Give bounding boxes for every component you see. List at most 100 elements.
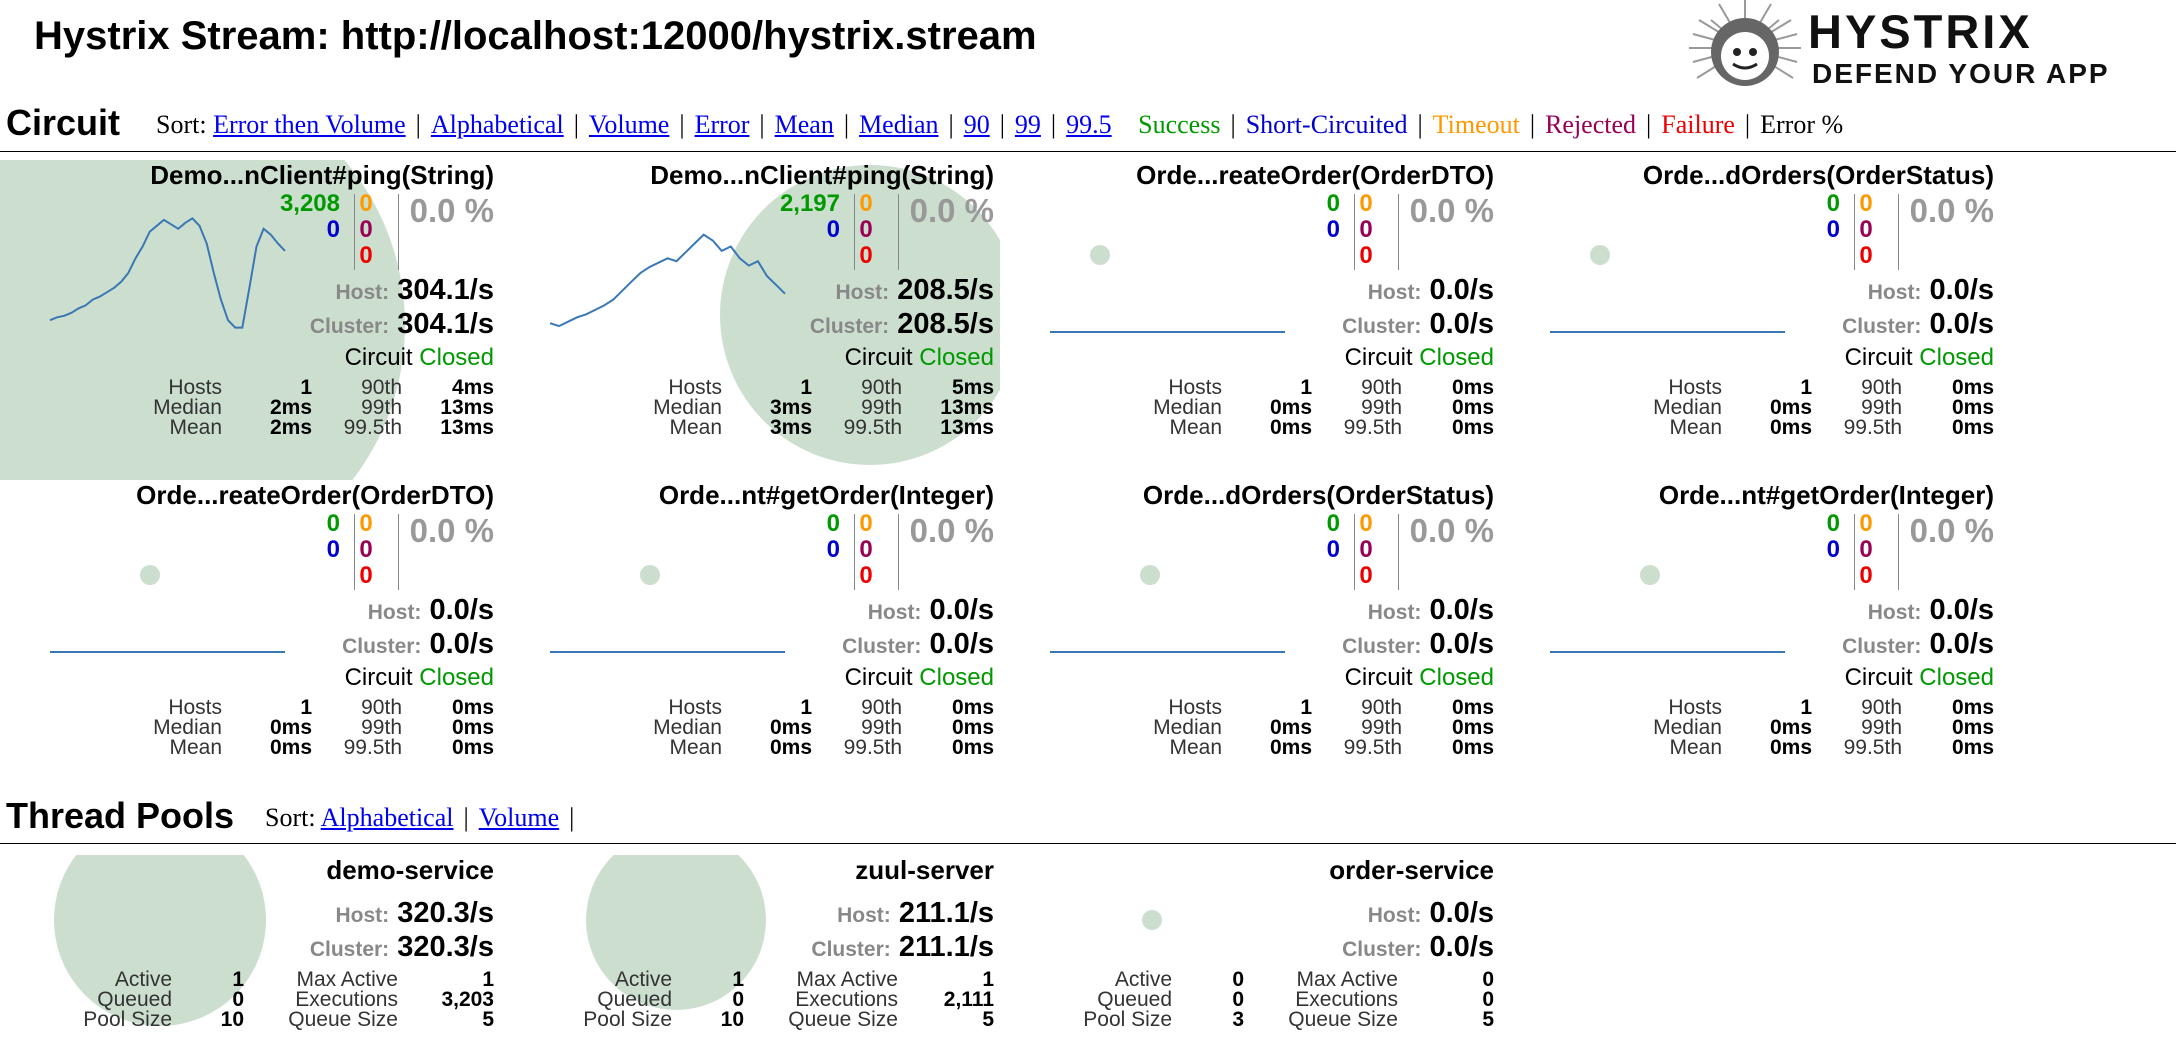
sort-99-link[interactable]: 99 [1015,110,1041,139]
host-rate: Host: 0.0/s [1368,897,1494,930]
stat-label-pool-size: Pool Size [1083,1008,1172,1031]
rejected-count: 0 [1359,216,1373,243]
stat-value-pool-size: 10 [220,1008,244,1031]
stat-label-p90: 90th [1861,376,1902,399]
stat-label-active: Active [614,968,672,991]
stat-label-p90: 90th [861,376,902,399]
timeout-count: 0 [1859,510,1873,537]
stat-label-executions: Executions [1295,988,1398,1011]
sort-99-5-link[interactable]: 99.5 [1066,110,1112,139]
threadpool-section-title: Thread Pools [6,795,235,836]
sort-volume-link[interactable]: Volume [589,110,669,139]
stat-value-mean: 3ms [769,416,812,439]
stat-value-mean: 0ms [1269,416,1312,439]
stat-label-p90: 90th [1361,696,1402,719]
stat-label-median: Median [153,716,222,739]
cluster-rate-value: 0.0/s [929,628,995,660]
stat-value-queue-size: 5 [482,1008,494,1031]
stat-label-p99: 99th [861,716,902,739]
stat-value-p90: 0ms [1951,376,1994,399]
stat-value-median: 2ms [269,396,312,419]
legend-failure: Failure [1661,110,1735,139]
stat-label-executions: Executions [795,988,898,1011]
sort-90-link[interactable]: 90 [964,110,990,139]
stat-value-executions: 2,111 [943,988,994,1011]
count-divider [398,194,399,270]
stat-value-p995: 0ms [1951,736,1994,759]
legend-error-pct: Error % [1760,110,1844,139]
stat-label-max-active: Max Active [796,968,898,991]
stat-label-hosts: Hosts [1168,376,1222,399]
stat-label-queue-size: Queue Size [788,1008,898,1031]
host-rate-value: 0.0/s [429,594,495,626]
tp-sort-alphabetical-link[interactable]: Alphabetical [321,803,454,832]
failure-count: 0 [1859,242,1873,269]
sort-error-then-volume-link[interactable]: Error then Volume [213,110,406,139]
stat-value-hosts: 1 [1300,696,1312,719]
stat-label-mean: Mean [1669,416,1722,439]
rejected-count: 0 [359,536,373,563]
sort-mean-link[interactable]: Mean [775,110,834,139]
cluster-rate: Cluster: 304.1/s [310,308,494,341]
stat-value-queue-size: 5 [982,1008,994,1031]
circuit-status-value: Closed [1419,664,1494,691]
stat-value-p99: 13ms [940,396,994,419]
circuit-status-label: Circuit [844,664,913,691]
cluster-rate-label: Cluster: [309,315,390,338]
rejected-count: 0 [859,216,873,243]
cluster-rate: Cluster: 320.3/s [310,931,494,964]
host-rate-value: 0.0/s [1429,594,1495,626]
cluster-rate-value: 0.0/s [1429,308,1495,340]
circuit-name: Orde...reateOrder(OrderDTO) [1136,160,1494,190]
stat-value-p99: 0ms [1451,716,1494,739]
circuit-status: Circuit Closed [1845,344,1994,372]
circuit-name: Orde...dOrders(OrderStatus) [1142,480,1494,510]
cluster-rate: Cluster: 0.0/s [1842,308,1994,341]
short-circuited-count: 0 [1326,216,1340,243]
cluster-rate-value: 208.5/s [897,308,994,340]
stat-label-median: Median [653,396,722,419]
sparkline-path [549,233,786,328]
count-divider [898,514,899,590]
short-circuited-count: 0 [826,536,840,563]
stat-label-hosts: Hosts [168,696,222,719]
circuit-section-title: Circuit [6,102,121,143]
cluster-rate-value: 0.0/s [1429,628,1495,660]
sort-alphabetical-link[interactable]: Alphabetical [431,110,564,139]
stat-value-p90: 0ms [451,696,494,719]
count-divider [1898,194,1899,270]
stat-value-p99: 0ms [1951,396,1994,419]
count-divider [1898,514,1899,590]
tp-sort-volume-link[interactable]: Volume [479,803,559,832]
circuit-name: Orde...nt#getOrder(Integer) [658,480,994,510]
cluster-rate-value: 304.1/s [397,308,494,340]
circuit-status-value: Closed [1419,344,1494,371]
timeout-count: 0 [359,510,373,537]
stat-label-p99: 99th [1861,716,1902,739]
short-circuited-count: 0 [326,216,340,243]
host-rate-label: Host: [1367,904,1422,927]
stat-label-mean: Mean [169,416,222,439]
circuit-status-value: Closed [1919,344,1994,371]
sort-error-link[interactable]: Error [695,110,750,139]
stat-value-p995: 0ms [1951,416,1994,439]
stat-label-p99: 99th [1861,396,1902,419]
error-percentage: 0.0 % [909,192,994,229]
stat-label-active: Active [114,968,172,991]
stat-value-p99: 0ms [1951,716,1994,739]
failure-count: 0 [859,562,873,589]
host-rate-label: Host: [1367,281,1422,304]
stat-value-pool-size: 10 [720,1008,744,1031]
stat-value-hosts: 1 [800,696,812,719]
threadpool-name: order-service [1329,855,1494,885]
error-percentage: 0.0 % [1909,512,1994,549]
stat-value-queue-size: 5 [1482,1008,1494,1031]
stat-label-median: Median [1653,396,1722,419]
cluster-rate-label: Cluster: [1842,315,1922,338]
sort-median-link[interactable]: Median [859,110,938,139]
failure-count: 0 [359,562,373,589]
success-count: 0 [1826,190,1840,217]
stat-value-hosts: 1 [1300,376,1312,399]
stat-value-hosts: 1 [300,376,312,399]
circuit-card: Demo...nClient#ping(String) 2,197 0 0 0 0 0.0 … [500,160,1000,480]
